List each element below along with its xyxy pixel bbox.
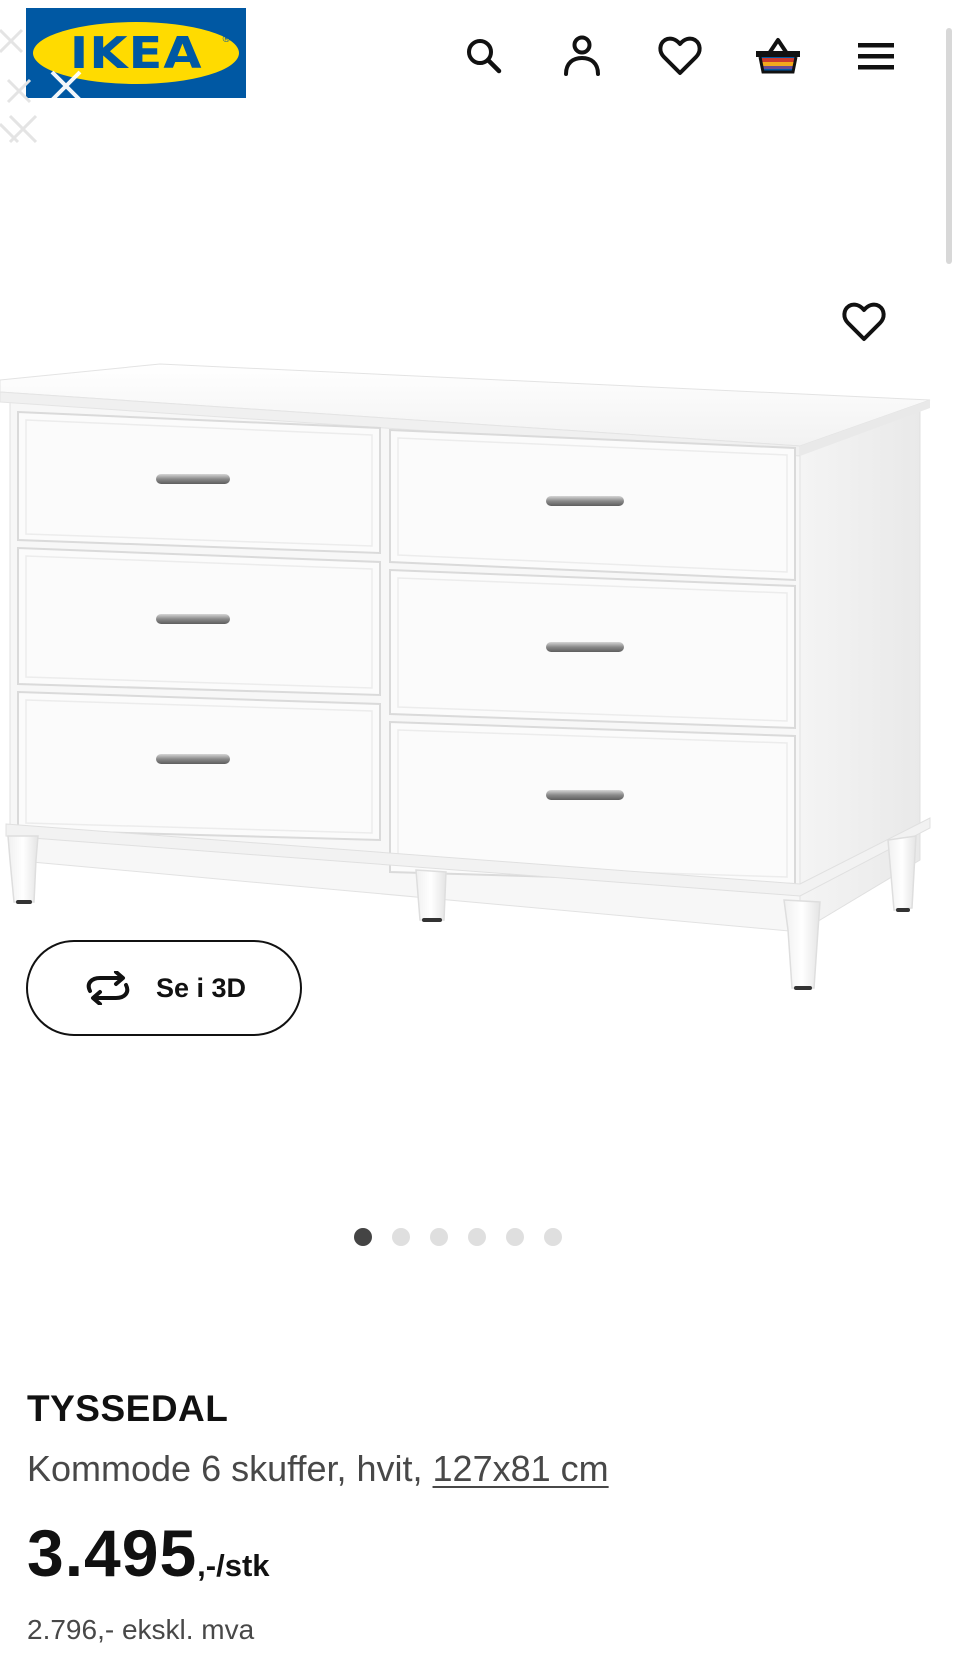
logo-text: IKEA: [69, 27, 203, 79]
view-in-3d-label: Se i 3D: [155, 972, 247, 1003]
gallery-pagination: [354, 1228, 562, 1246]
product-size-link[interactable]: 127x81 cm: [433, 1448, 609, 1489]
gallery-dot[interactable]: [506, 1228, 524, 1246]
rotate-3d-icon: [86, 971, 130, 1005]
gallery-dot[interactable]: [430, 1228, 448, 1246]
price: 3.495 ,-/stk: [27, 1515, 270, 1591]
product-name: TYSSEDAL: [27, 1388, 229, 1429]
gallery-dot[interactable]: [468, 1228, 486, 1246]
view-in-3d-button[interactable]: Se i 3D: [26, 940, 302, 1036]
menu-icon[interactable]: [848, 28, 904, 84]
page-scrollbar[interactable]: [946, 28, 952, 264]
gallery-dot[interactable]: [354, 1228, 372, 1246]
price-amount: 3.495: [27, 1516, 198, 1590]
price-unit: ,-/stk: [197, 1548, 270, 1583]
search-icon[interactable]: [456, 28, 512, 84]
heart-icon: [842, 302, 886, 341]
gallery-dot[interactable]: [544, 1228, 562, 1246]
gallery-dot[interactable]: [392, 1228, 410, 1246]
logo-registered-mark: ®: [222, 34, 230, 45]
ikea-logo[interactable]: IKEA ®: [26, 8, 246, 98]
product-description-text: Kommode 6 skuffer, hvit,: [27, 1448, 433, 1489]
add-to-wishlist-button[interactable]: [834, 292, 894, 352]
header-icons: [456, 28, 904, 84]
site-header: IKEA ®: [0, 0, 960, 144]
logo-oval: IKEA: [33, 22, 239, 84]
wishlist-icon[interactable]: [652, 28, 708, 84]
product-description: Kommode 6 skuffer, hvit, 127x81 cm: [27, 1448, 609, 1490]
price-excluding-vat: 2.796,- ekskl. mva: [27, 1614, 255, 1645]
cart-icon[interactable]: [750, 28, 806, 84]
account-icon[interactable]: [554, 28, 610, 84]
